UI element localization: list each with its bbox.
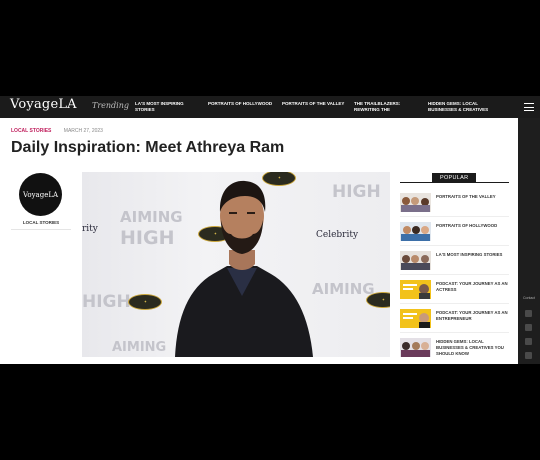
publish-date: MARCH 27, 2023 xyxy=(63,128,103,134)
divider xyxy=(400,303,509,304)
wall-text-celebrity: Celebrity xyxy=(316,230,359,240)
popular-item-inspiring[interactable]: LA's Most Inspiring Stories xyxy=(400,251,510,275)
nav-link-hollywood[interactable]: Portraits of Hollywood xyxy=(208,101,274,107)
popular-item-label: LA's Most Inspiring Stories xyxy=(436,252,503,257)
popular-item-label: Podcast: Your Journey as an Actress xyxy=(436,281,508,292)
hero-image: AIMING HIGH AIMING HIGH HIGH AIMING Cele… xyxy=(82,172,390,357)
hamburger-menu-icon[interactable] xyxy=(524,103,534,111)
wall-text-celebrity-left: rity xyxy=(82,224,98,234)
top-nav: VoyageLA Trending LA's Most Inspiring St… xyxy=(0,96,540,118)
popular-item-hidden-gems[interactable]: Hidden Gems: Local Businesses & Creative… xyxy=(400,338,510,364)
popular-rule xyxy=(400,182,509,183)
twitter-icon[interactable] xyxy=(525,324,532,331)
email-icon[interactable] xyxy=(525,352,532,359)
instagram-icon[interactable] xyxy=(525,338,532,345)
facebook-icon[interactable] xyxy=(525,310,532,317)
nav-link-trailblazers[interactable]: The Trailblazers: Rewriting the xyxy=(354,101,420,113)
popular-item-label: Podcast: Your Journey as an Entrepreneur xyxy=(436,310,508,321)
popular-thumbnail xyxy=(400,309,431,328)
share-rail: Contact xyxy=(518,118,540,364)
wall-text-high-left: HIGH xyxy=(82,292,131,312)
author-category-link[interactable]: LOCAL STORIES xyxy=(11,220,71,225)
article-title: Daily Inspiration: Meet Athreya Ram xyxy=(11,139,285,156)
browser-page: VoyageLA Trending LA's Most Inspiring St… xyxy=(0,96,540,364)
popular-thumbnail xyxy=(400,338,431,357)
divider xyxy=(400,245,509,246)
nav-link-inspiring[interactable]: LA's Most Inspiring Stories xyxy=(135,101,201,113)
popular-item-label: Portraits of Hollywood xyxy=(436,223,498,228)
nav-link-hidden-gems[interactable]: Hidden Gems: Local Businesses & Creative… xyxy=(428,101,504,113)
popular-thumbnail xyxy=(400,222,431,241)
wall-text-aiming-right: AIMING xyxy=(312,280,375,298)
contact-label[interactable]: Contact xyxy=(519,296,539,300)
popular-thumbnail xyxy=(400,193,431,212)
nav-link-valley[interactable]: Portraits of the Valley xyxy=(282,101,352,107)
screen: VoyageLA Trending LA's Most Inspiring St… xyxy=(0,0,540,460)
divider xyxy=(400,332,509,333)
popular-item-label: Portraits of the Valley xyxy=(436,194,496,199)
popular-item-label: Hidden Gems: Local Businesses & Creative… xyxy=(436,339,504,356)
popular-thumbnail xyxy=(400,251,431,270)
divider xyxy=(400,216,509,217)
author-avatar[interactable]: VoyageLA xyxy=(19,173,62,216)
trending-label: Trending xyxy=(92,101,129,110)
article-meta: LOCAL STORIES MARCH 27, 2023 xyxy=(11,128,103,134)
divider xyxy=(11,229,71,230)
popular-item-hollywood[interactable]: Portraits of Hollywood xyxy=(400,222,510,246)
popular-item-valley[interactable]: Portraits of the Valley xyxy=(400,193,510,217)
wall-badge-4: ✦ xyxy=(366,292,390,308)
wall-text-aiming-bottom: AIMING xyxy=(112,340,167,355)
popular-thumbnail xyxy=(400,280,431,299)
popular-item-podcast-entrepreneur[interactable]: Podcast: Your Journey as an Entrepreneur xyxy=(400,309,510,333)
popular-item-podcast-actress[interactable]: Podcast: Your Journey as an Actress xyxy=(400,280,510,304)
site-logo[interactable]: VoyageLA xyxy=(10,97,77,112)
divider xyxy=(400,274,509,275)
category-link[interactable]: LOCAL STORIES xyxy=(11,128,51,134)
wall-badge-2: ✦ xyxy=(128,294,162,310)
wall-text-high-right: HIGH xyxy=(332,182,381,202)
person-photo xyxy=(175,180,313,357)
